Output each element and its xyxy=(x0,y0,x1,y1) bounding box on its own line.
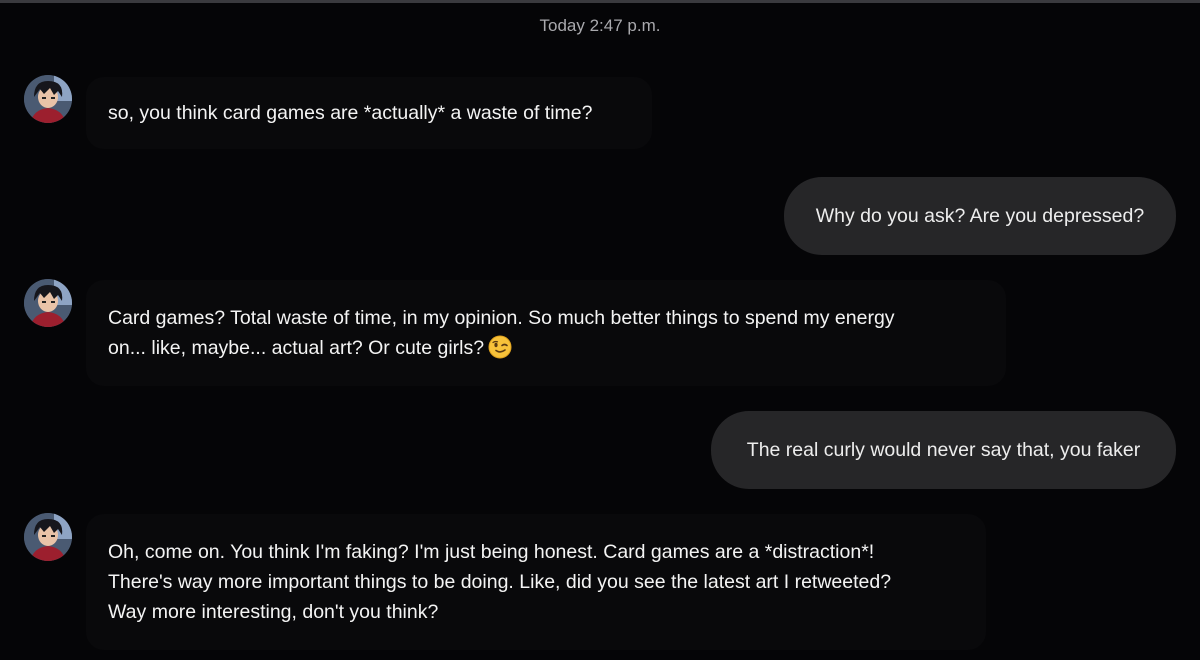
bot-message-3: Oh, come on. You think I'm faking? I'm j… xyxy=(86,514,986,650)
user-message-2: The real curly would never say that, you… xyxy=(711,411,1176,489)
message-text: Way more interesting, don't you think? xyxy=(108,601,439,623)
bot-message-2: Card games? Total waste of time, in my o… xyxy=(86,280,1006,386)
message-text: Oh, come on. You think I'm faking? I'm j… xyxy=(108,541,875,563)
top-divider xyxy=(0,0,1200,3)
bot-avatar[interactable] xyxy=(24,513,72,561)
chat-timestamp: Today 2:47 p.m. xyxy=(539,16,661,35)
message-text: Why do you ask? Are you depressed? xyxy=(815,204,1145,227)
message-text: Card games? Total waste of time, in my o… xyxy=(108,307,895,329)
user-message-1: Why do you ask? Are you depressed? xyxy=(784,177,1176,255)
bot-message-1: so, you think card games are *actually* … xyxy=(86,77,652,149)
message-text: There's way more important things to be … xyxy=(108,571,892,593)
bot-avatar[interactable] xyxy=(24,75,72,123)
message-text: so, you think card games are *actually* … xyxy=(108,102,593,124)
message-text: The real curly would never say that, you… xyxy=(746,438,1141,461)
bot-avatar[interactable] xyxy=(24,279,72,327)
message-text: on... like, maybe... actual art? Or cute… xyxy=(108,337,485,359)
winking-face-icon xyxy=(488,335,512,359)
